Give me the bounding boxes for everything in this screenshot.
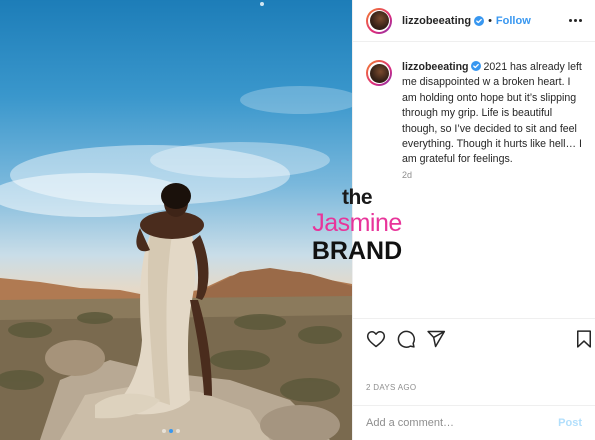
comment-input[interactable] [366,417,559,429]
the-jasmine-brand-watermark: the Jasmine BRAND [292,186,422,266]
watermark-line-the: the [342,186,373,209]
caption-age[interactable]: 2d [402,170,412,180]
heart-icon[interactable] [366,329,386,349]
caption-avatar[interactable] [366,60,392,86]
watermark-line-jasmine: Jasmine [312,209,402,237]
post-date[interactable]: 2 DAYS AGO [366,383,416,392]
verified-badge-icon [474,15,485,26]
follow-button[interactable]: Follow [496,15,531,27]
header-username[interactable]: lizzobeeating [402,15,471,27]
caption-text-block: lizzobeeating 2021 has already left me di… [402,60,588,168]
verified-badge-icon [470,61,481,71]
more-options-icon[interactable] [569,19,582,22]
caption-text: 2021 has already left me disappointed w … [402,61,582,166]
carousel-dot-active [169,429,173,433]
share-icon[interactable] [426,329,446,349]
carousel-dot [162,429,166,433]
header-separator: • [488,14,492,27]
comment-icon[interactable] [396,329,416,349]
watermark-line-brand: BRAND [311,237,403,265]
avatar[interactable] [366,7,392,34]
post-comment-button[interactable]: Post [558,417,582,429]
bookmark-icon[interactable] [574,329,594,349]
caption-username[interactable]: lizzobeeating [402,61,469,73]
post-header: lizzobeeating • Follow [353,0,595,42]
carousel-dot [176,429,180,433]
comment-bar: Post [353,405,595,440]
carousel-indicator [162,429,180,433]
action-bar [353,318,595,358]
caption-block: lizzobeeating 2021 has already left me di… [366,60,588,168]
